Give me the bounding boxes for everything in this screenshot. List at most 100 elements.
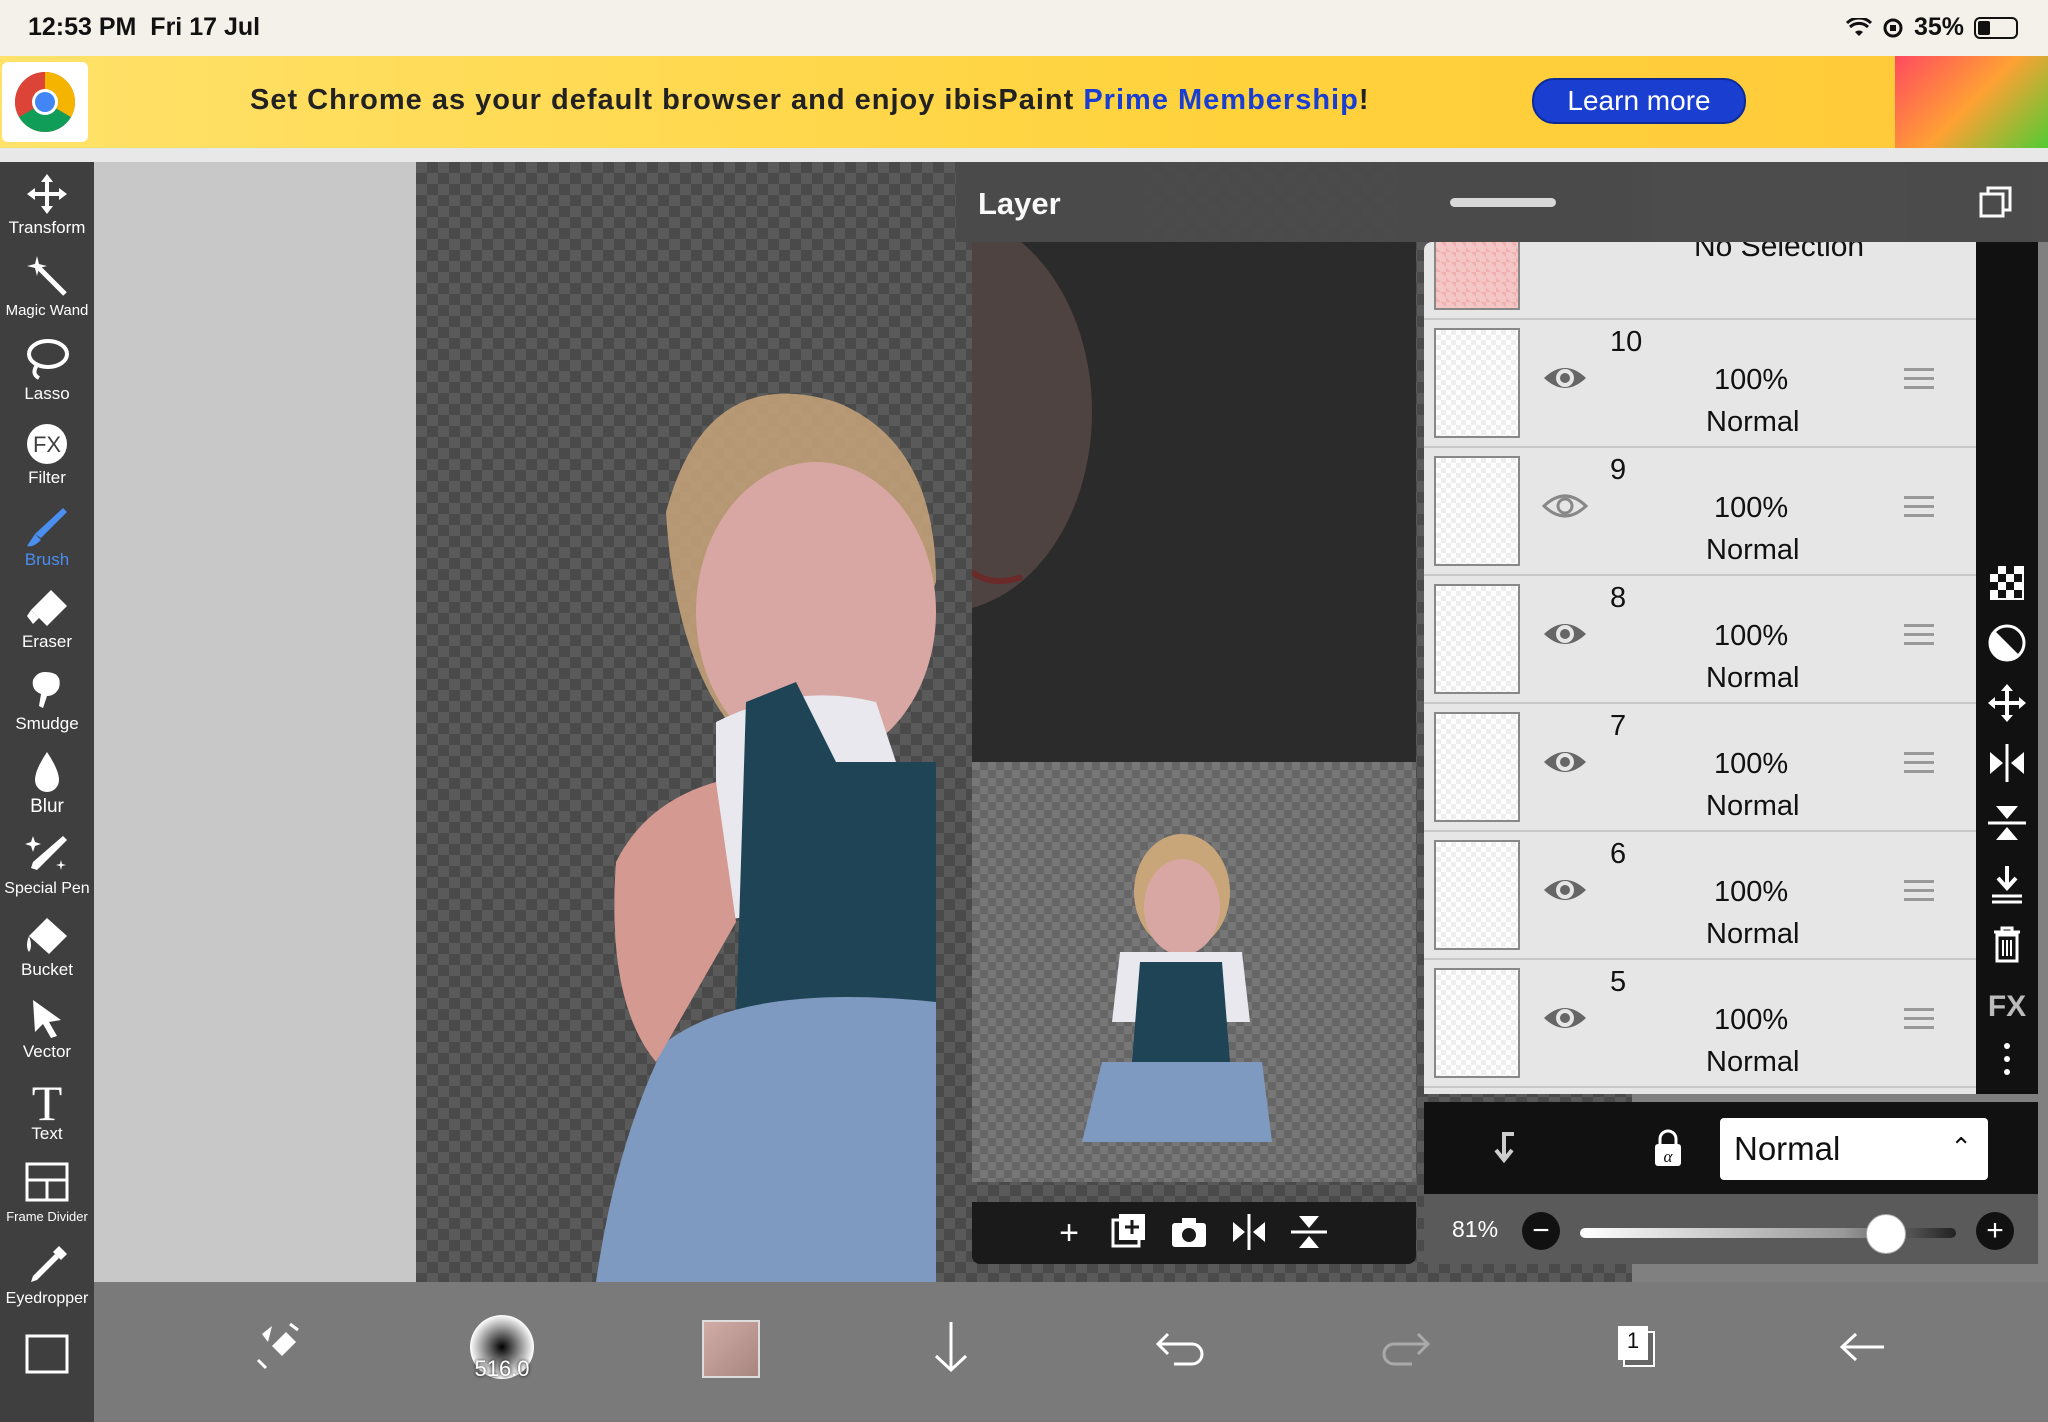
layer-number: 10	[1610, 326, 1643, 358]
layer-fx-icon[interactable]: FX	[1986, 984, 2028, 1026]
bottom-toolbar: 516.0 1	[94, 1282, 2048, 1422]
redo-icon[interactable]	[1372, 1312, 1442, 1382]
reorder-handle-icon[interactable]	[1904, 752, 1934, 776]
more-options-icon[interactable]	[1986, 1038, 2028, 1080]
layer-panel-title: Layer	[978, 186, 1061, 221]
layer-row[interactable]: 10 100% Normal	[1424, 320, 1976, 448]
visibility-eye-icon[interactable]	[1542, 874, 1588, 906]
opacity-control: 81% − +	[1424, 1194, 2038, 1264]
layer-panel-header: Layer	[956, 162, 2048, 242]
flip-horizontal-icon[interactable]	[1986, 742, 2028, 784]
tool-eyedropper[interactable]: Eyedropper	[0, 1242, 94, 1308]
layer-opacity: 100%	[1714, 876, 1789, 908]
tool-smudge[interactable]: Smudge	[0, 668, 94, 734]
reorder-handle-icon[interactable]	[1904, 496, 1934, 520]
banner-divider	[0, 148, 2048, 162]
layer-row[interactable]: 9 100% Normal	[1424, 448, 1976, 576]
visibility-eye-icon[interactable]	[1542, 362, 1588, 394]
brush-size-value: 516.0	[474, 1356, 530, 1381]
battery-percent: 35%	[1913, 13, 1964, 41]
layer-thumbnail	[1434, 328, 1520, 438]
flip-vertical-icon[interactable]	[1288, 1212, 1330, 1254]
tool-lasso[interactable]: Lasso	[0, 338, 94, 404]
window-collapse-icon[interactable]	[1978, 184, 2014, 220]
move-layer-icon[interactable]	[1986, 682, 2028, 724]
bucket-icon	[27, 918, 67, 954]
tool-brush[interactable]: Brush	[0, 504, 94, 570]
layer-thumbnail	[1434, 840, 1520, 950]
merge-down-icon[interactable]	[1986, 862, 2028, 904]
layers-button[interactable]: 1	[1600, 1312, 1670, 1382]
layer-list: No Selection 10 100% Normal 9 100% Norma…	[1424, 242, 1976, 1094]
tool-special-pen[interactable]: Special Pen	[0, 832, 94, 898]
undo-icon[interactable]	[1144, 1312, 1214, 1382]
trash-icon[interactable]	[1986, 922, 2028, 964]
droplet-icon	[35, 752, 59, 792]
camera-import-icon[interactable]	[1168, 1212, 1210, 1254]
opacity-slider-knob[interactable]	[1865, 1214, 1906, 1254]
panel-drag-handle[interactable]	[1450, 198, 1556, 207]
workspace-margin	[94, 162, 416, 1282]
brush-size-indicator[interactable]: 516.0	[462, 1312, 542, 1382]
tool-blur[interactable]: Blur	[0, 750, 94, 818]
reorder-handle-icon[interactable]	[1904, 880, 1934, 904]
layer-opacity: 100%	[1714, 620, 1789, 652]
learn-more-button[interactable]: Learn more	[1532, 78, 1746, 124]
chrome-logo-icon	[2, 62, 88, 142]
tool-bucket[interactable]: Bucket	[0, 914, 94, 980]
visibility-eye-icon[interactable]	[1542, 490, 1588, 522]
arrow-down-icon[interactable]	[916, 1312, 986, 1382]
tool-canvas[interactable]	[0, 1332, 94, 1378]
layer-number: 5	[1610, 966, 1627, 998]
selection-layer-row[interactable]: No Selection	[1424, 242, 1976, 320]
preview-toolbar: +	[972, 1202, 1416, 1264]
tool-text[interactable]: T Text	[0, 1078, 94, 1144]
opacity-increase-button[interactable]: +	[1976, 1212, 2014, 1250]
layer-row[interactable]: 5 100% Normal	[1424, 960, 1976, 1088]
reorder-handle-icon[interactable]	[1904, 368, 1934, 392]
banner-artwork	[1895, 56, 2048, 148]
add-layer-icon[interactable]: +	[1048, 1212, 1090, 1254]
tool-frame-divider[interactable]: Frame Divider	[0, 1160, 94, 1226]
color-swatch[interactable]	[694, 1312, 764, 1382]
alpha-lock-icon[interactable]: α	[1648, 1128, 1688, 1168]
tool-vector[interactable]: Vector	[0, 996, 94, 1062]
visibility-eye-icon[interactable]	[1542, 618, 1588, 650]
layer-row[interactable]: 6 100% Normal	[1424, 832, 1976, 960]
tool-eraser[interactable]: Eraser	[0, 586, 94, 652]
layer-thumbnail	[1434, 456, 1520, 566]
layer-row[interactable]: 7 100% Normal	[1424, 704, 1976, 832]
opacity-decrease-button[interactable]: −	[1522, 1212, 1560, 1250]
layer-action-strip: FX	[1976, 242, 2038, 1094]
layer-count: 1	[1626, 1328, 1640, 1353]
promo-banner[interactable]: Set Chrome as your default browser and e…	[0, 56, 2048, 148]
blend-mode-select[interactable]: Normal ⌃	[1720, 1118, 1988, 1180]
move-arrows-icon	[27, 174, 67, 214]
visibility-eye-icon[interactable]	[1542, 746, 1588, 778]
mask-toggle-icon[interactable]	[1986, 622, 2028, 664]
back-arrow-icon[interactable]	[1828, 1312, 1898, 1382]
layer-blend-mode: Normal	[1706, 918, 1800, 950]
visibility-eye-icon[interactable]	[1542, 1002, 1588, 1034]
reorder-handle-icon[interactable]	[1904, 1008, 1934, 1032]
canvas-frame-icon	[25, 1334, 69, 1374]
layer-opacity: 100%	[1714, 492, 1789, 524]
layer-thumbnail	[1434, 712, 1520, 822]
tool-filter[interactable]: FX Filter	[0, 422, 94, 488]
reorder-handle-icon[interactable]	[1904, 624, 1934, 648]
preview-artwork	[972, 242, 1272, 1142]
clipping-icon[interactable]	[1484, 1128, 1524, 1168]
swap-tool-icon[interactable]	[242, 1312, 312, 1382]
fx-filter-icon: FX	[27, 424, 67, 464]
layer-row[interactable]: 8 100% Normal	[1424, 576, 1976, 704]
status-bar: 12:53 PM Fri 17 Jul 35%	[0, 0, 2048, 56]
transparency-checker-icon[interactable]	[1986, 562, 2028, 604]
tool-transform[interactable]: Transform	[0, 172, 94, 238]
duplicate-layer-icon[interactable]	[1108, 1212, 1150, 1254]
layer-opacity: 100%	[1714, 364, 1789, 396]
flip-horizontal-icon[interactable]	[1228, 1212, 1270, 1254]
tool-magic-wand[interactable]: Magic Wand	[0, 254, 94, 320]
flip-vertical-icon[interactable]	[1986, 802, 2028, 844]
special-pen-icon	[25, 836, 67, 870]
svg-text:T: T	[32, 1078, 63, 1122]
